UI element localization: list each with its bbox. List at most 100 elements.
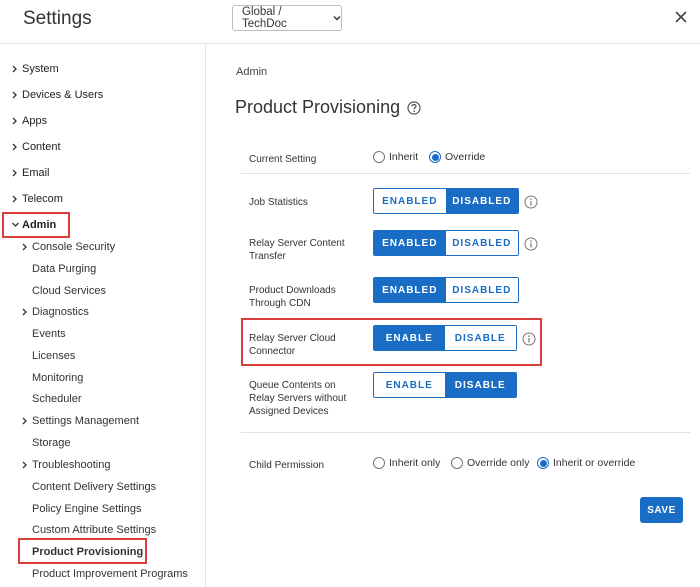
relay-cloud-connector-label: Relay Server Cloud Connector [249,333,336,357]
job-statistics-toggle: ENABLED DISABLED [373,188,519,214]
disable-option[interactable]: DISABLE [444,326,516,350]
sidebar-item-label: Troubleshooting [32,459,111,471]
sidebar-item-label: Telecom [22,193,63,205]
sidebar-item-label: Events [32,328,66,340]
admin-highlight-box [2,212,70,238]
radio-label: Override only [467,457,530,469]
sidebar-item-label: Content [22,141,61,153]
chevron-right-icon [12,65,17,73]
radio-inherit-or-override[interactable]: Inherit or override [537,457,635,469]
chevron-right-icon [12,195,17,203]
scope-dropdown[interactable]: Global / TechDoc [232,5,342,31]
sidebar-item-data-purging[interactable]: Data Purging [21,263,96,275]
disabled-option[interactable]: DISABLED [445,189,518,213]
enable-option[interactable]: ENABLE [374,326,445,350]
info-icon[interactable] [524,195,538,209]
sidebar-item-label: Custom Attribute Settings [32,524,157,536]
sidebar-item-label: Policy Engine Settings [32,503,142,515]
chevron-right-icon [22,243,27,251]
sidebar-item-label: Content Delivery Settings [32,481,157,493]
relay-content-transfer-toggle: ENABLED DISABLED [373,230,519,256]
enabled-option[interactable]: ENABLED [374,231,446,255]
chevron-down-icon [333,16,341,21]
radio-inherit-only-circle [373,457,385,469]
sidebar-item-label: Diagnostics [32,306,89,318]
radio-override-only[interactable]: Override only [451,457,529,469]
enabled-option[interactable]: ENABLED [374,278,446,302]
radio-inherit-circle [373,151,385,163]
sidebar-item-policy-engine-settings[interactable]: Policy Engine Settings [21,503,141,515]
product-provisioning-highlight-box [18,538,147,564]
current-setting-label: Current Setting [249,154,317,165]
sidebar-item-licenses[interactable]: Licenses [21,350,75,362]
child-permission-label: Child Permission [249,460,325,471]
radio-label: Inherit or override [553,457,636,469]
queue-contents-toggle: ENABLE DISABLE [373,372,517,398]
sidebar-item-apps[interactable]: Apps [11,115,47,127]
sidebar-item-label: System [22,63,59,75]
sidebar-item-scheduler[interactable]: Scheduler [21,393,82,405]
radio-label: Inherit [389,151,419,163]
radio-override-circle [429,151,441,163]
sidebar-item-content[interactable]: Content [11,141,61,153]
sidebar-item-label: Scheduler [32,393,82,405]
divider [241,432,690,433]
radio-label: Override [445,151,486,163]
radio-override[interactable]: Override [429,151,485,163]
breadcrumb[interactable]: Admin [236,66,267,78]
chevron-right-icon [12,117,17,125]
chevron-right-icon [22,461,27,469]
disabled-option[interactable]: DISABLED [445,278,518,302]
enabled-option[interactable]: ENABLED [374,189,446,213]
sidebar-item-label: Apps [22,115,48,127]
help-icon[interactable] [407,100,421,115]
relay-cloud-connector-toggle: ENABLE DISABLE [373,325,517,351]
sidebar-item-label: Product Improvement Programs [32,568,188,580]
scope-dropdown-value: Global / TechDoc [242,6,287,30]
radio-inherit-or-override-circle [537,457,549,469]
sidebar-item-label: Devices & Users [22,89,104,101]
chevron-right-icon [12,143,17,151]
sidebar-item-content-delivery-settings[interactable]: Content Delivery Settings [21,481,156,493]
sidebar-item-label: Cloud Services [32,285,106,297]
sidebar-item-devices-users[interactable]: Devices & Users [11,89,103,101]
sidebar-item-console-security[interactable]: Console Security [21,241,115,253]
sidebar-item-monitoring[interactable]: Monitoring [21,372,83,384]
sidebar-item-email[interactable]: Email [11,167,50,179]
sidebar-item-label: Data Purging [32,263,97,275]
info-icon[interactable] [524,237,538,251]
radio-override-only-circle [451,457,463,469]
chevron-right-icon [12,91,17,99]
info-icon[interactable] [522,332,536,346]
downloads-cdn-toggle: ENABLED DISABLED [373,277,519,303]
sidebar-item-label: Storage [32,437,71,449]
sidebar-item-label: Console Security [32,241,116,253]
page-title: Product Provisioning [235,97,421,118]
sidebar-item-troubleshooting[interactable]: Troubleshooting [21,459,110,471]
sidebar-item-custom-attribute-settings[interactable]: Custom Attribute Settings [21,524,156,536]
disabled-option[interactable]: DISABLED [445,231,518,255]
sidebar-item-cloud-services[interactable]: Cloud Services [21,285,106,297]
sidebar-item-settings-management[interactable]: Settings Management [21,415,139,427]
relay-content-transfer-label: Relay Server Content Transfer [249,238,345,262]
settings-header: Settings Global / TechDoc [0,0,700,44]
radio-inherit-only[interactable]: Inherit only [373,457,440,469]
sidebar-item-telecom[interactable]: Telecom [11,193,63,205]
sidebar-item-events[interactable]: Events [21,328,66,340]
enable-option[interactable]: ENABLE [374,373,445,397]
close-icon[interactable] [672,8,690,26]
sidebar-item-system[interactable]: System [11,63,59,75]
sidebar-item-label: Settings Management [32,415,140,427]
sidebar-item-storage[interactable]: Storage [21,437,71,449]
sidebar-item-label: Email [22,167,50,179]
sidebar-item-label: Monitoring [32,372,84,384]
divider [241,173,690,174]
chevron-right-icon [22,417,27,425]
save-button[interactable]: SAVE [640,497,683,523]
sidebar-item-diagnostics[interactable]: Diagnostics [21,306,89,318]
downloads-cdn-label: Product Downloads Through CDN [249,285,336,309]
disable-option[interactable]: DISABLE [444,373,516,397]
settings-title: Settings [23,8,92,29]
radio-inherit[interactable]: Inherit [373,151,418,163]
sidebar-item-product-improvement-programs[interactable]: Product Improvement Programs [21,568,188,580]
